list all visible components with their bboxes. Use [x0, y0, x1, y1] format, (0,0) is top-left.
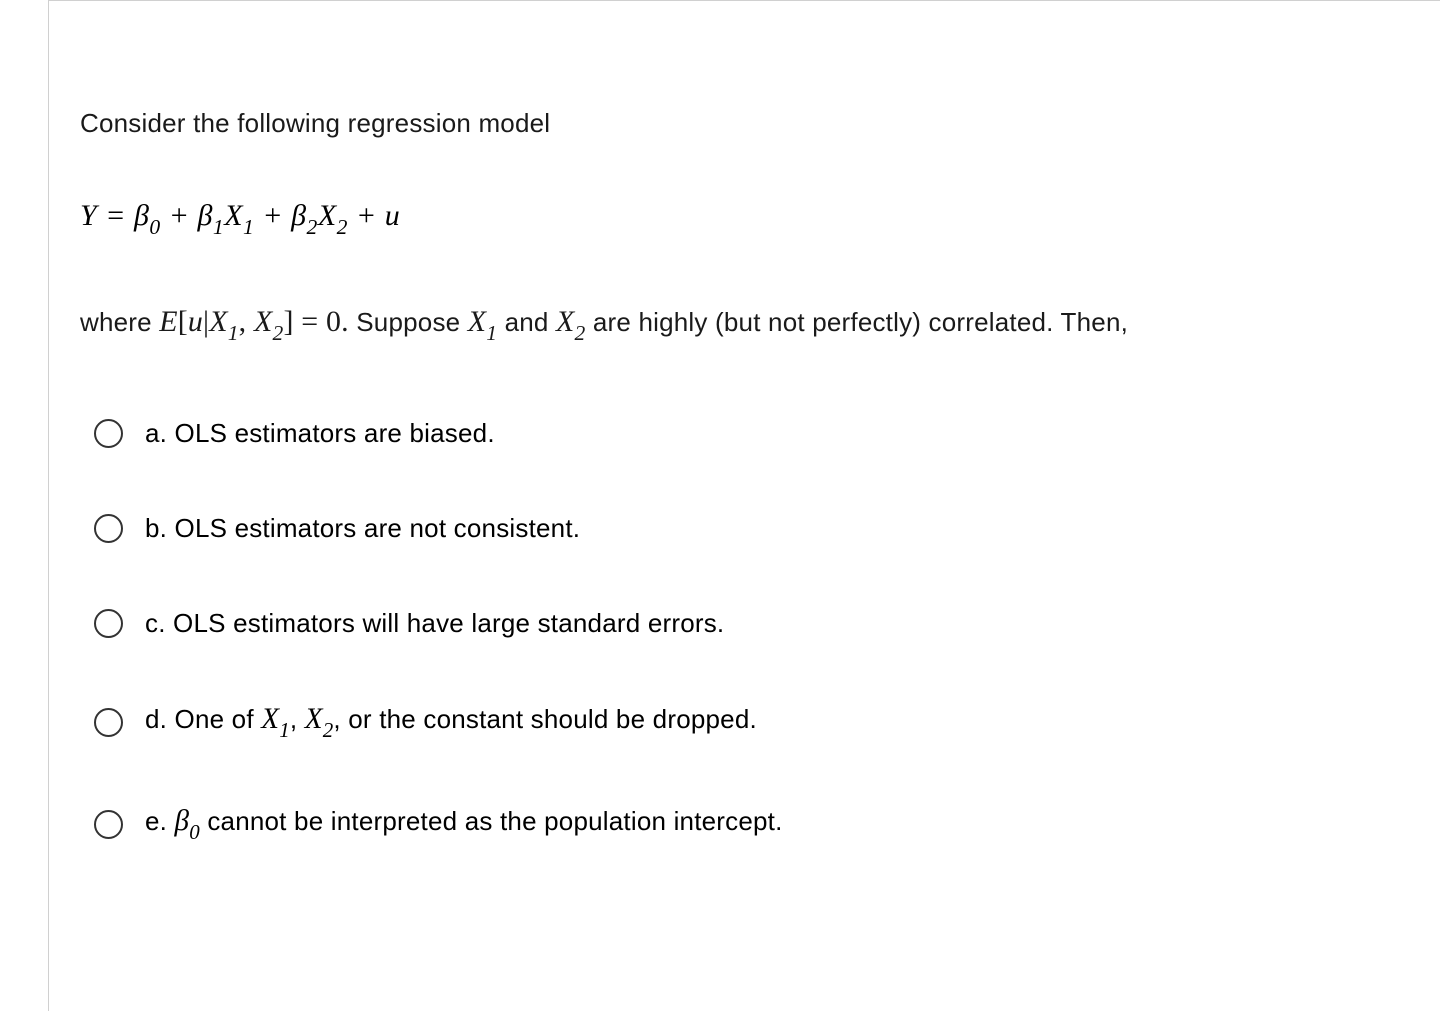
eq-x1-sub: 1 [243, 215, 254, 239]
option-e-beta0-sub: 0 [189, 820, 200, 844]
option-d-x2-sub: 2 [323, 718, 334, 742]
where-x1-sub: 1 [228, 321, 239, 345]
option-d-x1-sub: 1 [279, 718, 290, 742]
page-border [48, 0, 1440, 1011]
where-suppose-x2-sub: 2 [574, 321, 585, 345]
eq-beta1-sub: 1 [213, 215, 224, 239]
where-suppose-x1-sub: 1 [486, 321, 497, 345]
eq-beta2-sub: 2 [307, 215, 318, 239]
eq-beta0-sub: 0 [149, 215, 160, 239]
eq-x2-sub: 2 [337, 215, 348, 239]
where-x2-sub: 2 [272, 321, 283, 345]
